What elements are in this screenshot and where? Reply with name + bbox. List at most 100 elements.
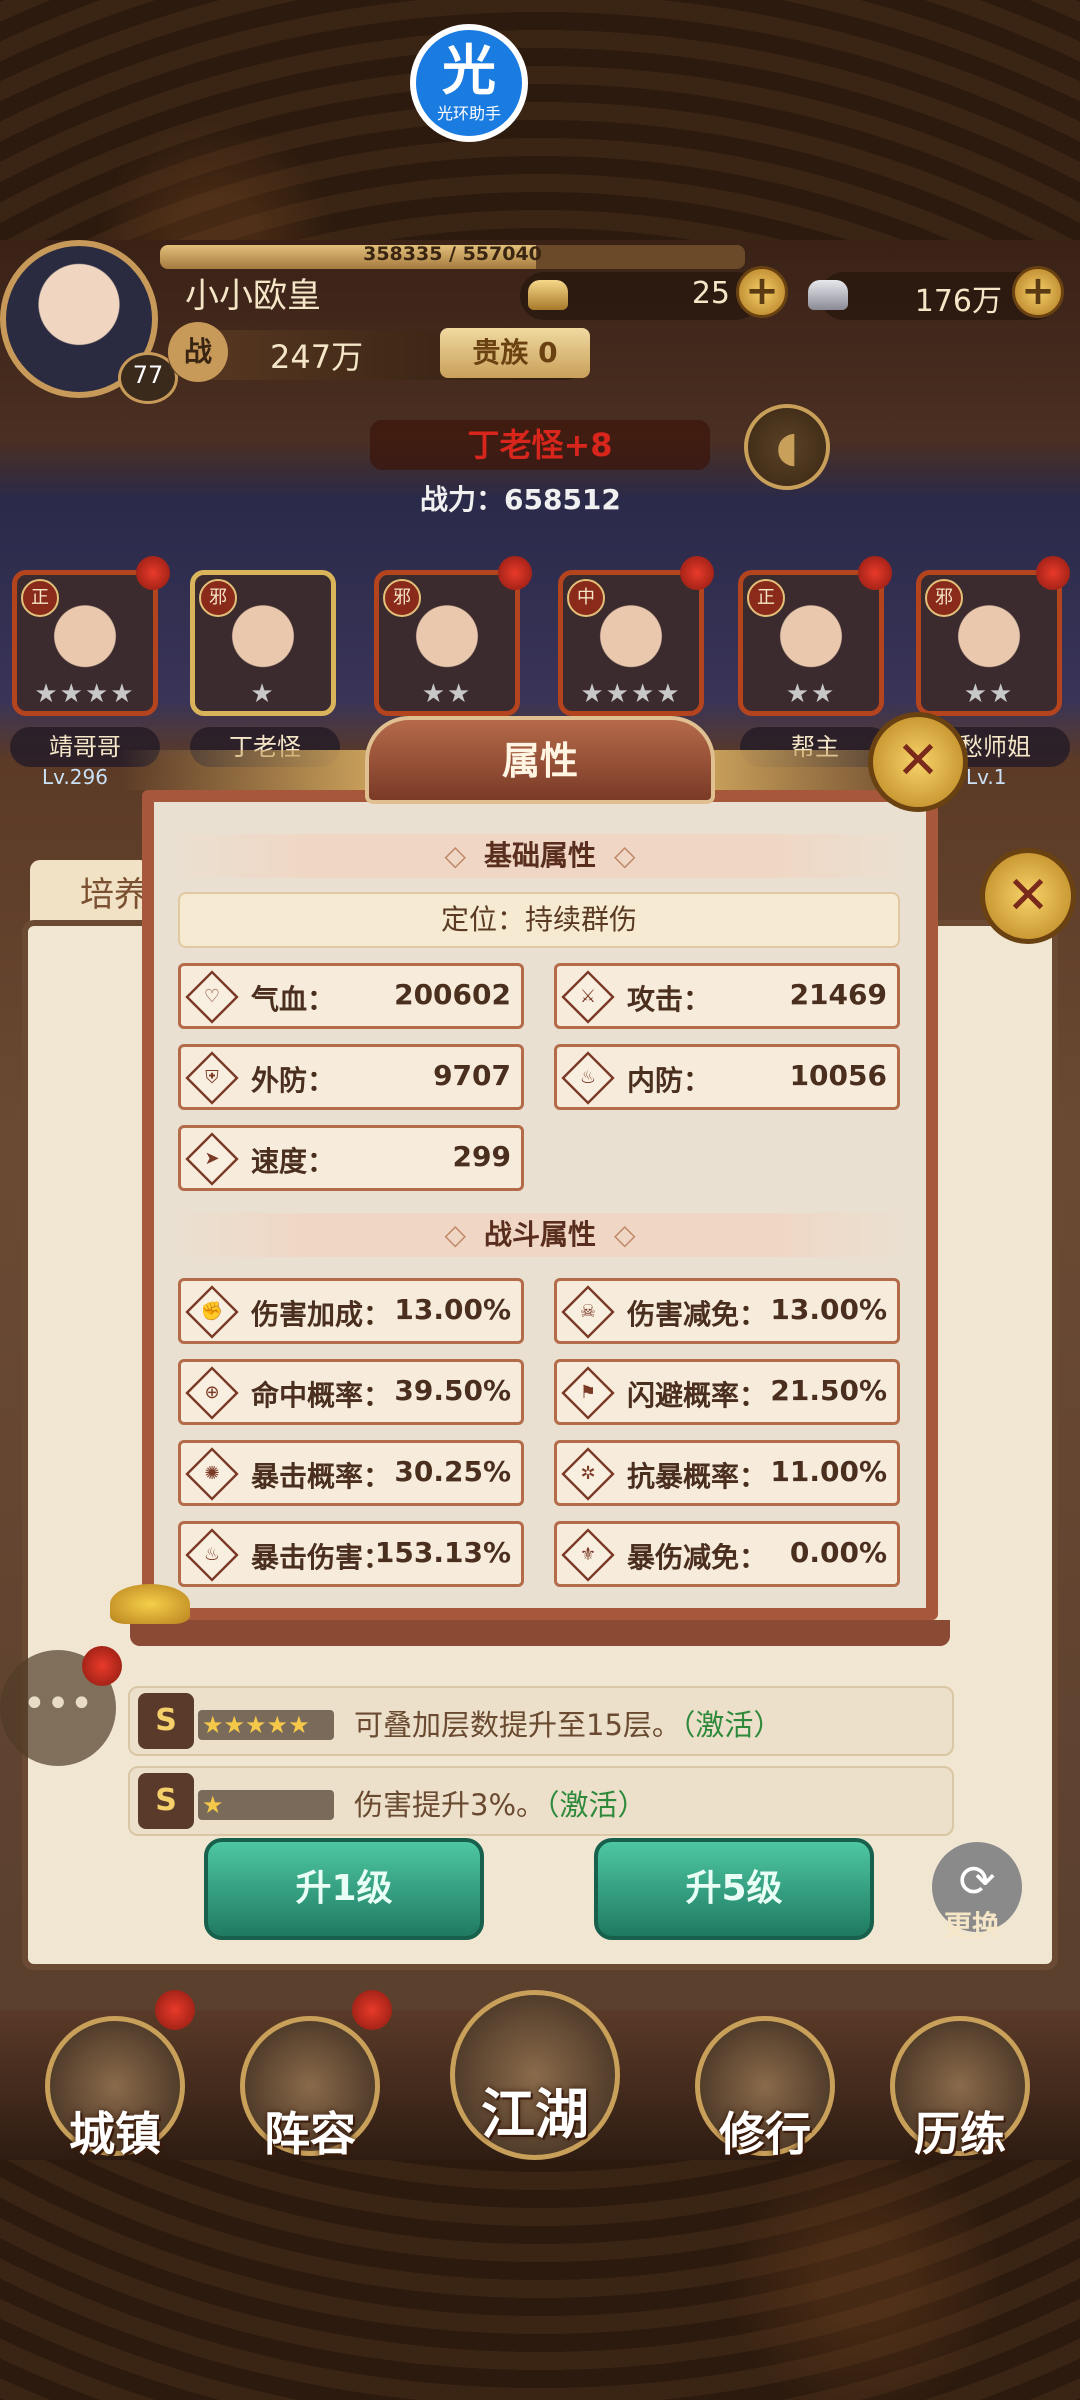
- anticrit-icon: ✲: [561, 1447, 615, 1501]
- hero-card[interactable]: 邪 ★: [190, 570, 336, 716]
- flame-icon: ♨: [561, 1051, 615, 1105]
- fist-icon: ✊: [185, 1285, 239, 1339]
- silver-ingot-icon: [808, 280, 848, 310]
- stat-value: 299: [452, 1140, 511, 1173]
- close-icon: ✕: [896, 731, 940, 791]
- stat-crit-rate: ✺ 暴击概率： 30.25%: [178, 1440, 524, 1506]
- sound-toggle-button[interactable]: ◖: [744, 404, 830, 490]
- stat-value: 200602: [394, 978, 511, 1011]
- nav-training-label: 修行: [719, 2107, 811, 2161]
- hero-level: Lv.1: [966, 765, 1007, 789]
- stat-crit-damage-reduction: ⚜ 暴伤减免： 0.00%: [554, 1521, 900, 1587]
- notification-dot: [858, 556, 892, 590]
- stat-label: 内防：: [627, 1064, 712, 1097]
- stat-label: 命中概率：: [251, 1379, 392, 1412]
- wing-icon: ➤: [185, 1132, 239, 1186]
- stat-value: 30.25%: [394, 1455, 511, 1488]
- hero-card[interactable]: 正 ★★: [738, 570, 884, 716]
- hero-faction-tag: 正: [747, 579, 785, 617]
- hero-stars: ★★: [421, 679, 473, 709]
- crit-icon: ✺: [185, 1447, 239, 1501]
- hero-card[interactable]: 邪 ★★: [916, 570, 1062, 716]
- notification-dot: [155, 1990, 195, 2030]
- notification-dot: [1036, 556, 1070, 590]
- stat-hp: ♡ 气血： 200602: [178, 963, 524, 1029]
- add-gold-button[interactable]: +: [736, 266, 788, 318]
- stat-damage-reduction: ☠ 伤害减免： 13.00%: [554, 1278, 900, 1344]
- hero-card[interactable]: 正 ★★★★: [12, 570, 158, 716]
- stat-value: 11.00%: [770, 1455, 887, 1488]
- stat-value: 9707: [433, 1059, 511, 1092]
- hero-faction-tag: 邪: [383, 579, 421, 617]
- modal-close-button[interactable]: ✕: [868, 712, 968, 812]
- silver-value: 176万: [914, 284, 1002, 319]
- upgrade-5-button[interactable]: 升5级: [594, 1838, 874, 1940]
- modal-base: [130, 1620, 950, 1646]
- notification-dot: [498, 556, 532, 590]
- skill-stars: ★: [198, 1790, 334, 1820]
- stat-label: 暴击概率：: [251, 1460, 392, 1493]
- critdmg-icon: ♨: [185, 1528, 239, 1582]
- upgrade-1-button[interactable]: 升1级: [204, 1838, 484, 1940]
- skill-status: （激活）: [680, 1708, 783, 1742]
- hero-card[interactable]: 中 ★★★★: [558, 570, 704, 716]
- close-icon: ✕: [1006, 866, 1050, 926]
- hero-faction-tag: 正: [21, 579, 59, 617]
- skill-description: 可叠加层数提升至15层。（激活）: [354, 1708, 783, 1742]
- cloud-ornament-icon: [110, 1584, 190, 1624]
- gold-ingot-icon: [528, 280, 568, 310]
- stat-label: 暴伤减免：: [627, 1541, 768, 1574]
- boss-power: 战力：658512: [420, 483, 621, 516]
- basic-attributes-header: ◇ 基础属性 ◇: [170, 834, 910, 878]
- app-badge[interactable]: 光 光环助手: [410, 24, 528, 142]
- notification-dot: [352, 1990, 392, 2030]
- add-silver-button[interactable]: +: [1012, 266, 1064, 318]
- hero-stars: ★★: [785, 679, 837, 709]
- stat-label: 伤害加成：: [251, 1298, 392, 1331]
- hero-level: Lv.296: [42, 765, 108, 789]
- stat-anti-crit-rate: ✲ 抗暴概率： 11.00%: [554, 1440, 900, 1506]
- hero-stars: ★: [250, 679, 276, 709]
- shield-icon: ⛨: [185, 1051, 239, 1105]
- swap-label: 更换: [944, 1909, 1001, 1942]
- gold-value: 25: [691, 276, 730, 311]
- notification-dot: [680, 556, 714, 590]
- stat-inner-defense: ♨ 内防： 10056: [554, 1044, 900, 1110]
- stat-outer-defense: ⛨ 外防： 9707: [178, 1044, 524, 1110]
- power-value: 247万: [270, 338, 364, 376]
- nav-trials-label: 历练: [914, 2107, 1006, 2161]
- stat-hit-rate: ⊕ 命中概率： 39.50%: [178, 1359, 524, 1425]
- dodge-icon: ⚑: [561, 1366, 615, 1420]
- noble-badge[interactable]: 贵族 0: [440, 328, 590, 378]
- stat-crit-damage: ♨ 暴击伤害： 153.13%: [178, 1521, 524, 1587]
- stat-value: 21.50%: [770, 1374, 887, 1407]
- chat-icon: •••: [22, 1681, 94, 1727]
- stat-label: 攻击：: [627, 983, 712, 1016]
- heart-icon: ♡: [185, 970, 239, 1024]
- stat-value: 0.00%: [789, 1536, 887, 1569]
- stat-value: 13.00%: [394, 1293, 511, 1326]
- stat-attack: ⚔ 攻击： 21469: [554, 963, 900, 1029]
- app-badge-glyph: 光: [442, 39, 496, 102]
- stat-dodge-rate: ⚑ 闪避概率： 21.50%: [554, 1359, 900, 1425]
- modal-title: 属性: [501, 739, 578, 783]
- player-name: 小小欧皇: [185, 276, 321, 316]
- combat-attributes-header: ◇ 战斗属性 ◇: [170, 1213, 910, 1257]
- skill-stars: ★★★★★: [198, 1710, 334, 1740]
- skull-icon: ☠: [561, 1285, 615, 1339]
- skill-icon: S: [138, 1693, 194, 1749]
- power-icon: 战: [168, 322, 228, 382]
- stat-label: 伤害减免：: [627, 1298, 768, 1331]
- app-badge-label: 光环助手: [436, 104, 501, 123]
- boss-name: 丁老怪+8: [370, 420, 710, 470]
- stat-value: 153.13%: [374, 1536, 511, 1569]
- nav-lineup-label: 阵容: [264, 2107, 356, 2161]
- stat-label: 闪避概率：: [627, 1379, 768, 1412]
- hero-card[interactable]: 邪 ★★: [374, 570, 520, 716]
- panel-close-button[interactable]: ✕: [980, 848, 1076, 944]
- hero-stars: ★★★★: [580, 679, 682, 709]
- hero-stars: ★★: [963, 679, 1015, 709]
- stat-label: 速度：: [251, 1145, 336, 1178]
- stat-value: 10056: [789, 1059, 887, 1092]
- stat-label: 外防：: [251, 1064, 336, 1097]
